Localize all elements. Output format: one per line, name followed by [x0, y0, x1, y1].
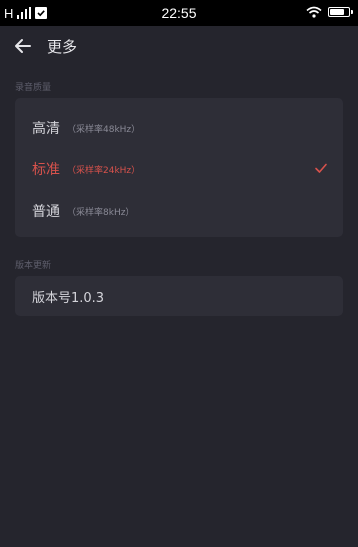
quality-option-hd[interactable]: 高清 （采样率48kHz） — [15, 107, 343, 147]
battery-level-fill — [330, 9, 344, 15]
quality-option-normal[interactable]: 普通 （采样率8kHz） — [15, 190, 343, 230]
option-name: 高清 — [32, 121, 60, 137]
status-bar: H 22:55 — [0, 0, 358, 26]
checkmark-icon — [315, 163, 327, 173]
page-title: 更多 — [47, 38, 78, 56]
option-name: 标准 — [32, 162, 60, 178]
recording-quality-label: 录音质量 — [15, 83, 52, 93]
option-name: 普通 — [32, 204, 60, 220]
status-time: 22:55 — [161, 5, 197, 21]
back-button[interactable] — [11, 34, 35, 58]
more-settings-screen: H 22:55 更多 录音质量 高清 （采样率48kHz） 标准 （采样率24k… — [0, 0, 358, 547]
wifi-icon — [306, 6, 322, 18]
option-sample-rate: （采样率24kHz） — [67, 166, 141, 176]
battery-icon — [328, 7, 353, 17]
status-right — [306, 6, 353, 18]
recording-quality-card: 高清 （采样率48kHz） 标准 （采样率24kHz） 普通 （采样率8kHz） — [15, 98, 343, 237]
option-sample-rate: （采样率8kHz） — [67, 208, 135, 218]
version-update-label: 版本更新 — [15, 261, 52, 271]
option-sample-rate: （采样率48kHz） — [67, 125, 141, 135]
quality-option-standard[interactable]: 标准 （采样率24kHz） — [15, 148, 343, 188]
version-card[interactable]: 版本号1.0.3 — [15, 276, 343, 316]
version-number: 版本号1.0.3 — [32, 291, 105, 306]
arrow-left-icon — [15, 39, 31, 53]
header: 更多 — [0, 26, 358, 66]
